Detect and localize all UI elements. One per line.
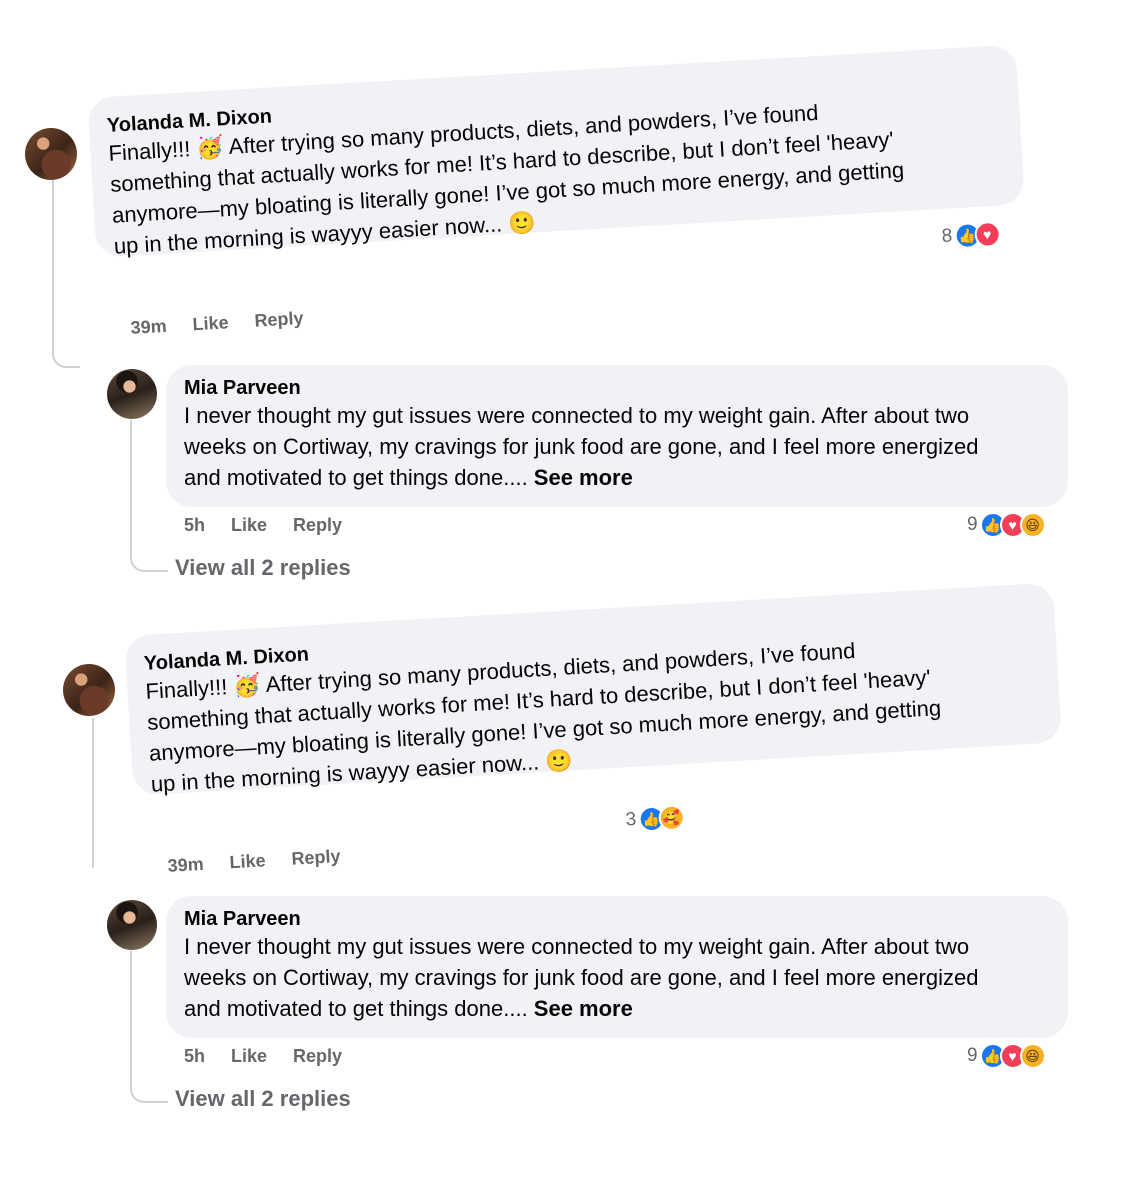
- haha-icon: 😆: [1019, 1043, 1046, 1069]
- comment-time[interactable]: 5h: [184, 515, 205, 536]
- comment-text: I never thought my gut issues were conne…: [184, 934, 979, 1021]
- reaction-summary[interactable]: 9 👍 ♥ 😆: [967, 1043, 1046, 1069]
- like-button[interactable]: Like: [229, 850, 266, 873]
- avatar[interactable]: [63, 664, 115, 716]
- comment-author[interactable]: Mia Parveen: [184, 377, 1064, 400]
- avatar[interactable]: [107, 900, 157, 950]
- reaction-count: 8: [941, 225, 953, 248]
- comment-text: I never thought my gut issues were conne…: [184, 403, 979, 490]
- thread-connector: [130, 420, 168, 572]
- like-button[interactable]: Like: [231, 515, 267, 536]
- reaction-summary[interactable]: 9 👍 ♥ 😆: [967, 512, 1046, 538]
- reply-button[interactable]: Reply: [291, 846, 341, 870]
- like-button[interactable]: Like: [231, 1046, 267, 1067]
- reaction-summary[interactable]: 3 👍 🥰: [625, 804, 685, 833]
- thread-connector: [130, 951, 168, 1103]
- view-replies-link[interactable]: View all 2 replies: [175, 555, 351, 581]
- reply-button[interactable]: Reply: [293, 515, 342, 536]
- reply-button[interactable]: Reply: [254, 308, 304, 332]
- see-more-link[interactable]: See more: [534, 996, 633, 1021]
- avatar[interactable]: [107, 369, 157, 419]
- reaction-count: 9: [967, 1045, 978, 1066]
- avatar[interactable]: [25, 128, 77, 180]
- haha-icon: 😆: [1019, 512, 1046, 538]
- reaction-count: 3: [625, 808, 637, 831]
- thread-connector: [52, 180, 80, 368]
- reaction-count: 9: [967, 514, 978, 535]
- comment-time[interactable]: 39m: [130, 316, 167, 339]
- comment-actions: 5h Like Reply: [184, 515, 342, 536]
- comment-time[interactable]: 5h: [184, 1046, 205, 1067]
- love-icon: ♥: [973, 220, 1001, 249]
- like-button[interactable]: Like: [192, 312, 229, 335]
- comment-actions: 39m Like Reply: [167, 846, 341, 877]
- see-more-link[interactable]: See more: [534, 465, 633, 490]
- view-replies-link[interactable]: View all 2 replies: [175, 1086, 351, 1112]
- comment-time[interactable]: 39m: [167, 854, 204, 877]
- reply-button[interactable]: Reply: [293, 1046, 342, 1067]
- comment-actions: 39m Like Reply: [130, 308, 304, 339]
- comment-author[interactable]: Mia Parveen: [184, 908, 1064, 931]
- comment-actions: 5h Like Reply: [184, 1046, 342, 1067]
- reaction-summary[interactable]: 8 👍 ♥: [941, 220, 1001, 250]
- thread-connector: [92, 718, 94, 868]
